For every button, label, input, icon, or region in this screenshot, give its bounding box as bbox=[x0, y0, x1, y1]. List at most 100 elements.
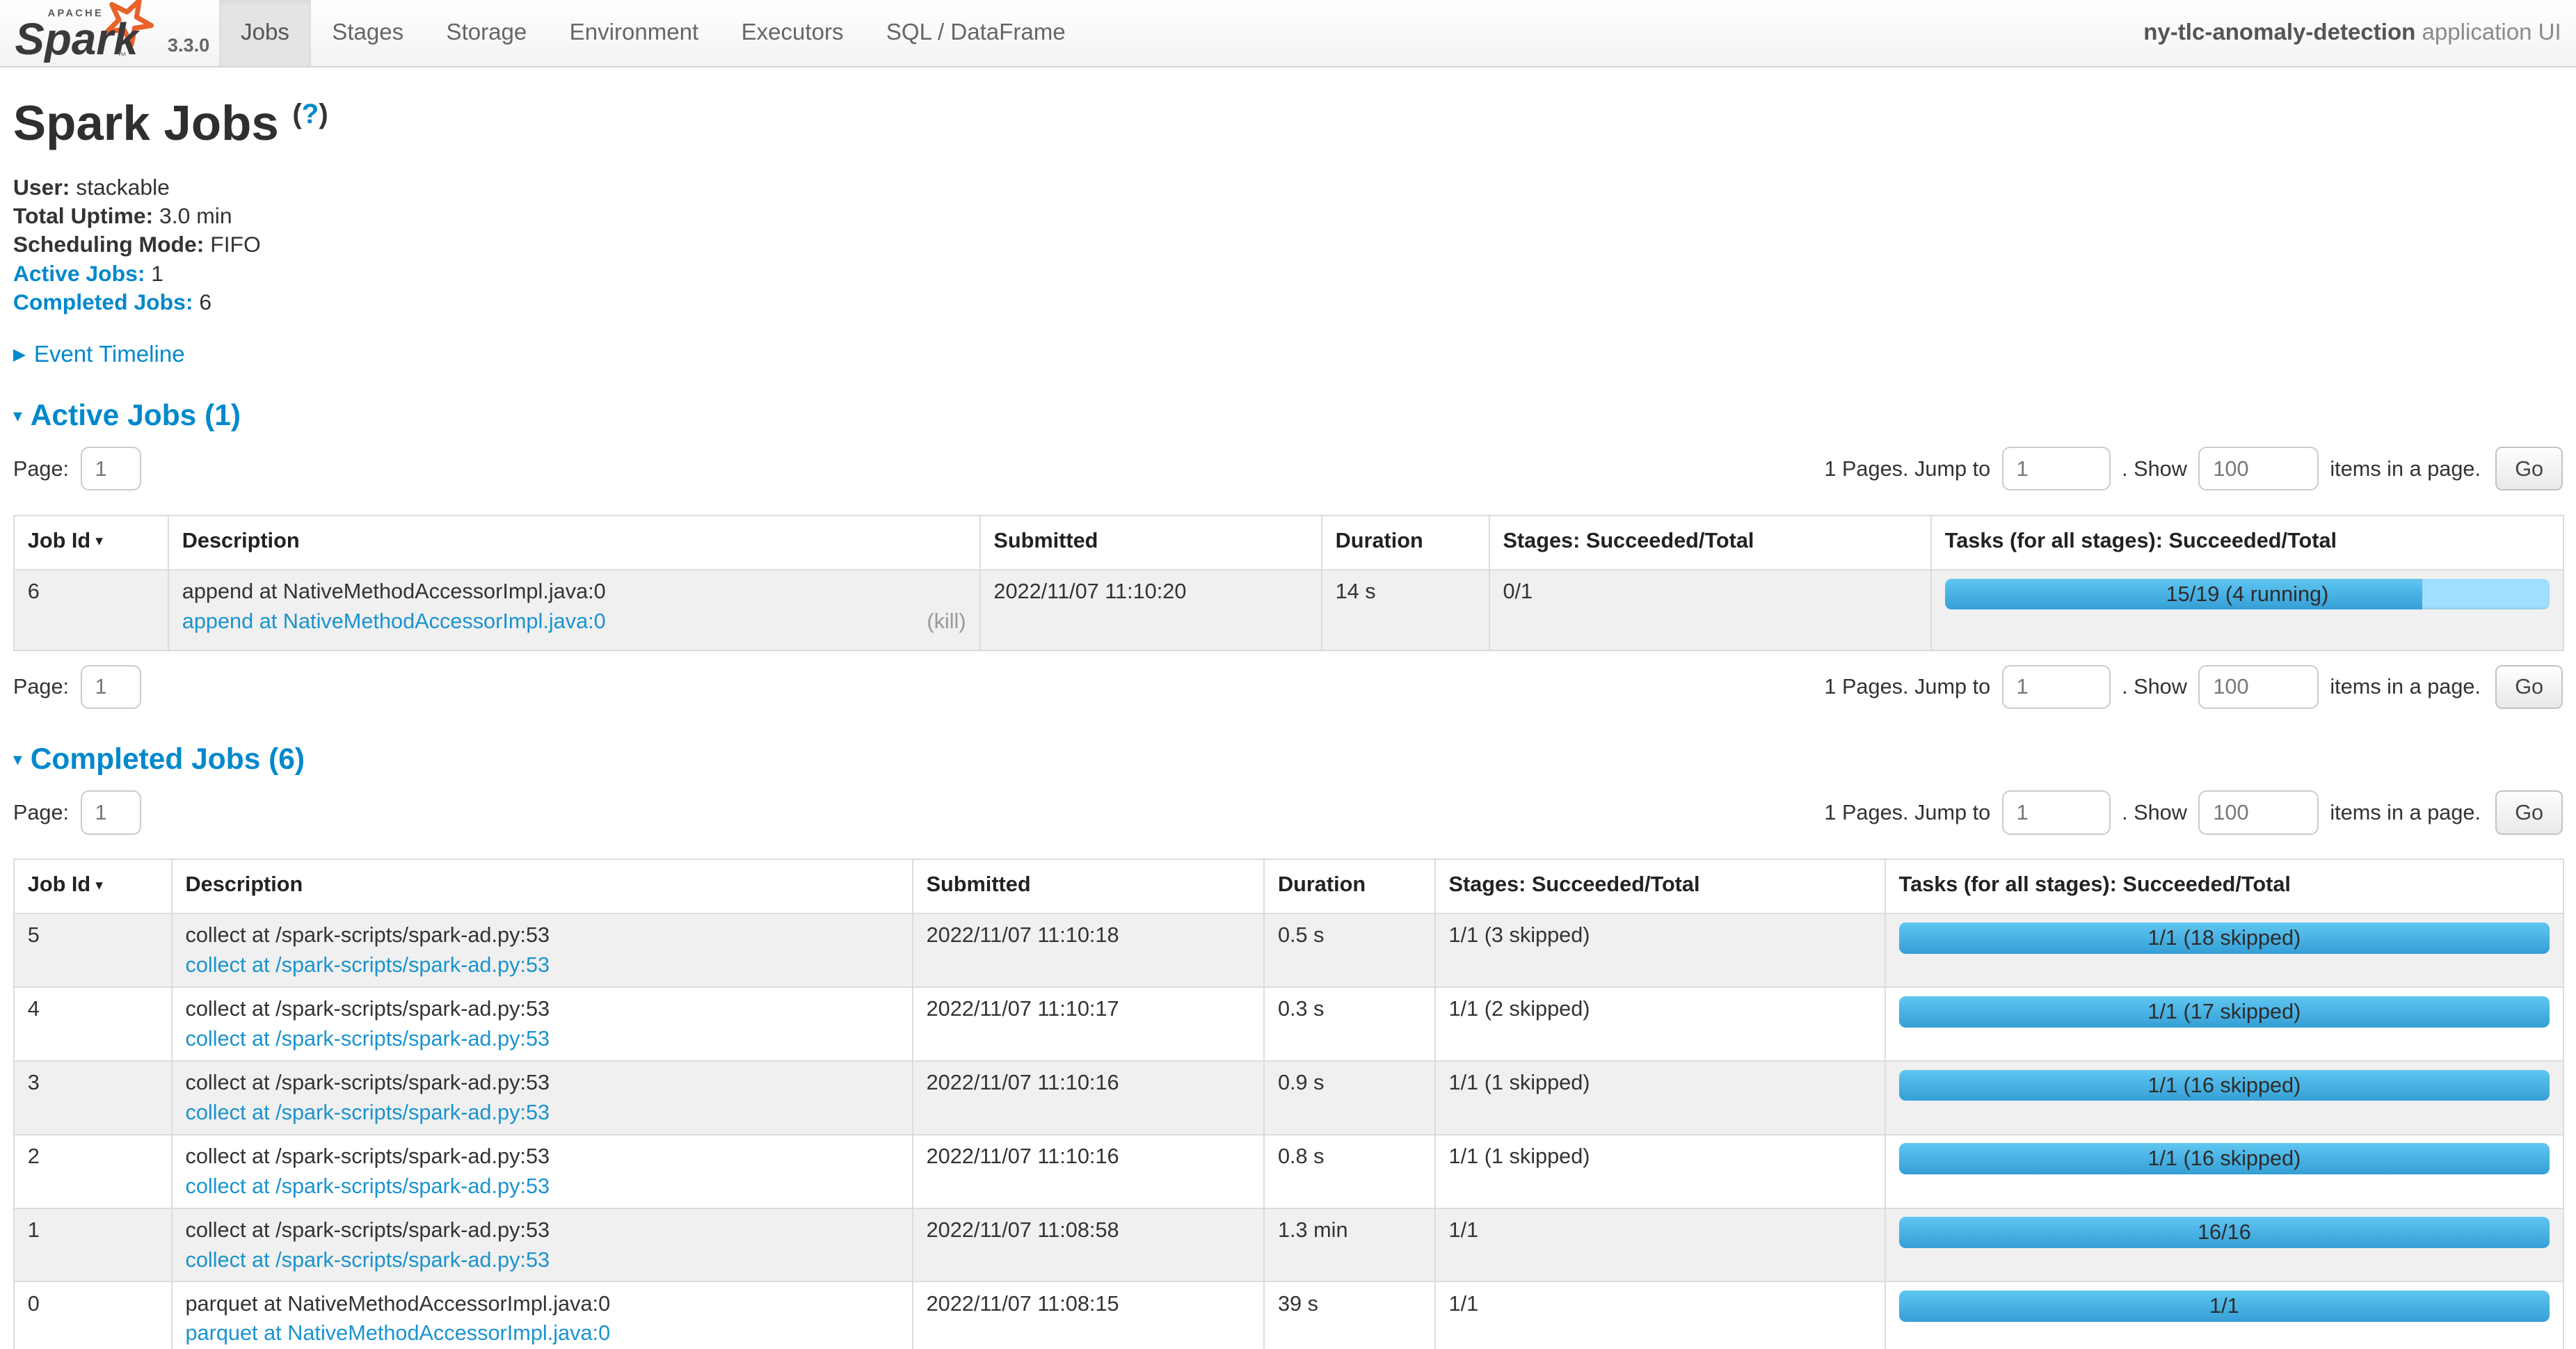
submitted-cell: 2022/11/07 11:10:16 bbox=[913, 1135, 1264, 1208]
completed-jobs-table: Job Id▾ Description Submitted Duration S… bbox=[13, 859, 2564, 1349]
column-stages[interactable]: Stages: Succeeded/Total bbox=[1489, 516, 1931, 570]
column-job-id[interactable]: Job Id▾ bbox=[14, 859, 172, 913]
description-text: collect at /spark-scripts/spark-ad.py:53 bbox=[185, 1068, 898, 1098]
items-per-page-input[interactable] bbox=[2198, 665, 2318, 710]
tab-executors[interactable]: Executors bbox=[720, 0, 865, 66]
active-jobs-section-title: Active Jobs (1) bbox=[31, 399, 241, 432]
column-submitted[interactable]: Submitted bbox=[913, 859, 1264, 913]
items-per-page-input[interactable] bbox=[2198, 447, 2318, 491]
table-row: 3 collect at /spark-scripts/spark-ad.py:… bbox=[14, 1061, 2563, 1135]
job-detail-link[interactable]: collect at /spark-scripts/spark-ad.py:53 bbox=[185, 1098, 550, 1128]
job-detail-link[interactable]: collect at /spark-scripts/spark-ad.py:53 bbox=[185, 950, 550, 980]
go-button[interactable]: Go bbox=[2495, 790, 2563, 835]
table-row: 5 collect at /spark-scripts/spark-ad.py:… bbox=[14, 913, 2563, 987]
application-name-bold: ny-tlc-anomaly-detection bbox=[2143, 19, 2415, 45]
items-label: items in a page. bbox=[2330, 456, 2481, 481]
tab-stages[interactable]: Stages bbox=[311, 0, 425, 66]
table-row: 1 collect at /spark-scripts/spark-ad.py:… bbox=[14, 1208, 2563, 1282]
description-text: collect at /spark-scripts/spark-ad.py:53 bbox=[185, 1215, 898, 1245]
tasks-cell: 1/1 (18 skipped) bbox=[1885, 913, 2563, 987]
job-id-cell: 3 bbox=[14, 1061, 172, 1135]
progress-label: 16/16 bbox=[1899, 1217, 2550, 1248]
sort-desc-icon: ▾ bbox=[95, 877, 103, 893]
table-row: 4 collect at /spark-scripts/spark-ad.py:… bbox=[14, 987, 2563, 1061]
progress-label: 1/1 (16 skipped) bbox=[1899, 1143, 2550, 1174]
go-button[interactable]: Go bbox=[2495, 447, 2563, 491]
event-timeline-toggle[interactable]: ▶Event Timeline bbox=[13, 342, 2563, 368]
job-detail-link[interactable]: parquet at NativeMethodAccessorImpl.java… bbox=[185, 1318, 610, 1348]
page-label: Page: bbox=[13, 800, 69, 825]
page-number-input[interactable] bbox=[81, 447, 141, 491]
progress-label: 1/1 (18 skipped) bbox=[1899, 923, 2550, 954]
submitted-cell: 2022/11/07 11:10:16 bbox=[913, 1061, 1264, 1135]
summary-scheduling-label: Scheduling Mode: bbox=[13, 232, 204, 257]
help-link[interactable]: ? bbox=[302, 98, 319, 129]
duration-cell: 0.5 s bbox=[1264, 913, 1435, 987]
go-button[interactable]: Go bbox=[2495, 665, 2563, 710]
jump-to-page-input[interactable] bbox=[2002, 447, 2111, 491]
column-tasks[interactable]: Tasks (for all stages): Succeeded/Total bbox=[1931, 516, 2563, 570]
table-row: 2 collect at /spark-scripts/spark-ad.py:… bbox=[14, 1135, 2563, 1208]
duration-cell: 0.8 s bbox=[1264, 1135, 1435, 1208]
collapse-arrow-icon: ▾ bbox=[13, 405, 22, 426]
completed-jobs-section-title: Completed Jobs (6) bbox=[31, 743, 305, 776]
active-jobs-section-header[interactable]: ▾ Active Jobs (1) bbox=[13, 399, 2563, 433]
job-detail-link[interactable]: collect at /spark-scripts/spark-ad.py:53 bbox=[185, 1245, 550, 1275]
job-id-cell: 6 bbox=[14, 570, 168, 650]
active-top-pagination: Page: 1 Pages. Jump to . Show items in a… bbox=[13, 444, 2563, 493]
tasks-cell: 1/1 (16 skipped) bbox=[1885, 1061, 2563, 1135]
column-duration[interactable]: Duration bbox=[1322, 516, 1489, 570]
progress-label: 15/19 (4 running) bbox=[1945, 579, 2550, 610]
description-text: collect at /spark-scripts/spark-ad.py:53 bbox=[185, 994, 898, 1024]
kill-link[interactable]: (kill) bbox=[927, 607, 966, 637]
page-number-input[interactable] bbox=[81, 665, 141, 710]
jump-to-page-input[interactable] bbox=[2002, 665, 2111, 710]
page-number-input[interactable] bbox=[81, 790, 141, 835]
tab-environment[interactable]: Environment bbox=[548, 0, 720, 66]
column-duration[interactable]: Duration bbox=[1264, 859, 1435, 913]
table-row: 0 parquet at NativeMethodAccessorImpl.ja… bbox=[14, 1282, 2563, 1348]
description-text: parquet at NativeMethodAccessorImpl.java… bbox=[185, 1289, 898, 1319]
show-label: . Show bbox=[2122, 456, 2187, 481]
job-detail-link[interactable]: collect at /spark-scripts/spark-ad.py:53 bbox=[185, 1024, 550, 1054]
stages-cell: 1/1 (1 skipped) bbox=[1435, 1135, 1885, 1208]
collapse-arrow-icon: ▾ bbox=[13, 749, 22, 769]
job-detail-link[interactable]: append at NativeMethodAccessorImpl.java:… bbox=[182, 607, 606, 637]
job-detail-link[interactable]: collect at /spark-scripts/spark-ad.py:53 bbox=[185, 1172, 550, 1202]
stages-cell: 1/1 (1 skipped) bbox=[1435, 1061, 1885, 1135]
tab-jobs[interactable]: Jobs bbox=[219, 0, 310, 66]
task-progress-bar: 1/1 (17 skipped) bbox=[1899, 996, 2550, 1028]
column-job-id[interactable]: Job Id▾ bbox=[14, 516, 168, 570]
tab-sql-dataframe[interactable]: SQL / DataFrame bbox=[865, 0, 1087, 66]
spark-version: 3.3.0 bbox=[164, 34, 209, 63]
spark-logo-icon: APACHE Spark ™ bbox=[13, 0, 164, 63]
description-text: append at NativeMethodAccessorImpl.java:… bbox=[182, 577, 966, 607]
application-name-suffix: application UI bbox=[2415, 19, 2561, 45]
summary-scheduling-mode: Scheduling Mode: FIFO bbox=[13, 230, 2563, 259]
job-id-cell: 2 bbox=[14, 1135, 172, 1208]
sort-desc-icon: ▾ bbox=[95, 532, 103, 549]
task-progress-bar: 1/1 (16 skipped) bbox=[1899, 1143, 2550, 1174]
active-jobs-link[interactable]: Active Jobs: bbox=[13, 261, 145, 286]
spark-logo[interactable]: APACHE Spark ™ 3.3.0 bbox=[0, 0, 219, 66]
items-per-page-input[interactable] bbox=[2198, 790, 2318, 835]
description-text: collect at /spark-scripts/spark-ad.py:53 bbox=[185, 1142, 898, 1172]
summary-user: User: stackable bbox=[13, 173, 2563, 202]
completed-jobs-link[interactable]: Completed Jobs: bbox=[13, 289, 193, 314]
duration-cell: 39 s bbox=[1264, 1282, 1435, 1348]
completed-jobs-section-header[interactable]: ▾ Completed Jobs (6) bbox=[13, 743, 2563, 776]
column-description[interactable]: Description bbox=[168, 516, 980, 570]
column-stages[interactable]: Stages: Succeeded/Total bbox=[1435, 859, 1885, 913]
column-description[interactable]: Description bbox=[172, 859, 913, 913]
column-submitted[interactable]: Submitted bbox=[980, 516, 1322, 570]
summary-scheduling-value: FIFO bbox=[210, 232, 261, 257]
task-progress-bar: 1/1 (16 skipped) bbox=[1899, 1070, 2550, 1101]
jump-to-page-input[interactable] bbox=[2002, 790, 2111, 835]
column-tasks[interactable]: Tasks (for all stages): Succeeded/Total bbox=[1885, 859, 2563, 913]
task-progress-bar: 1/1 (18 skipped) bbox=[1899, 923, 2550, 954]
show-label: . Show bbox=[2122, 800, 2187, 825]
tab-storage[interactable]: Storage bbox=[425, 0, 548, 66]
stages-cell: 1/1 bbox=[1435, 1208, 1885, 1282]
job-id-cell: 5 bbox=[14, 913, 172, 987]
svg-text:™: ™ bbox=[117, 51, 127, 62]
